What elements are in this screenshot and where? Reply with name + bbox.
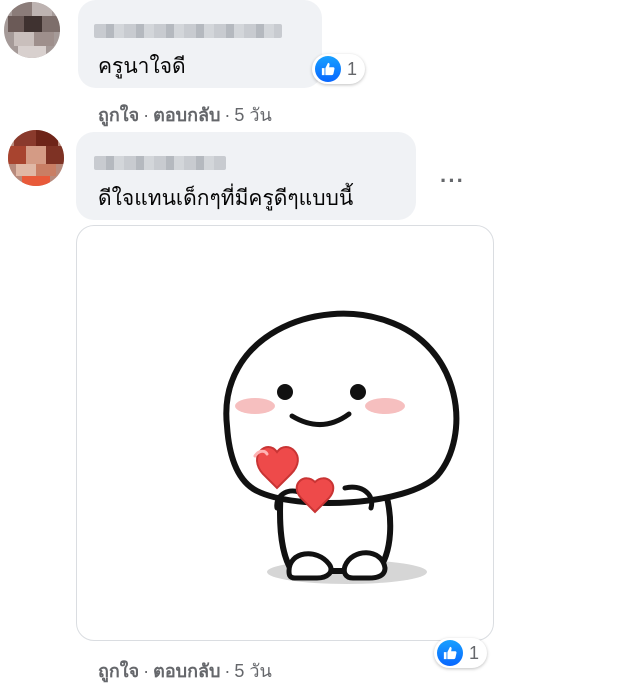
comment-1-like-link[interactable]: ถูกใจ bbox=[98, 105, 139, 125]
comment-2-author-name-blurred[interactable] bbox=[94, 156, 226, 170]
like-icon bbox=[315, 56, 341, 82]
comment-2-like-link[interactable]: ถูกใจ bbox=[98, 661, 139, 681]
comment-2-avatar[interactable] bbox=[8, 130, 64, 186]
separator: · bbox=[224, 661, 231, 681]
comment-2-actions: ถูกใจ · ตอบกลับ · 5 วัน bbox=[98, 656, 272, 685]
comment-1-like-count: 1 bbox=[347, 58, 358, 79]
separator: · bbox=[224, 105, 231, 125]
separator: · bbox=[143, 105, 150, 125]
comment-1-timestamp[interactable]: 5 วัน bbox=[234, 105, 271, 125]
comment-2-reaction-badge[interactable]: 1 bbox=[434, 638, 488, 668]
comment-1-bubble: ครูนาใจดี bbox=[78, 0, 322, 88]
comment-2-sticker[interactable] bbox=[76, 225, 494, 641]
comment-1-author-name-blurred[interactable] bbox=[94, 24, 282, 38]
comment-1-reply-link[interactable]: ตอบกลับ bbox=[153, 105, 220, 125]
comment-2-timestamp[interactable]: 5 วัน bbox=[234, 661, 271, 681]
comment-2-reply-link[interactable]: ตอบกลับ bbox=[153, 661, 220, 681]
comment-1-actions: ถูกใจ · ตอบกลับ · 5 วัน bbox=[98, 100, 272, 129]
like-icon bbox=[437, 640, 463, 666]
cute-character-holding-hearts-sticker bbox=[223, 310, 460, 584]
comment-2-more-options-button[interactable]: ··· bbox=[440, 168, 465, 194]
comment-1-avatar[interactable] bbox=[4, 2, 60, 58]
comment-1-reaction-badge[interactable]: 1 bbox=[312, 54, 366, 84]
comment-2-text: ดีใจแทนเด็กๆที่มีครูดีๆแบบนี้ bbox=[98, 187, 354, 210]
comment-1-text: ครูนาใจดี bbox=[98, 55, 186, 78]
comment-2-bubble: ดีใจแทนเด็กๆที่มีครูดีๆแบบนี้ bbox=[76, 132, 416, 220]
separator: · bbox=[143, 661, 150, 681]
comment-2-like-count: 1 bbox=[469, 642, 480, 663]
